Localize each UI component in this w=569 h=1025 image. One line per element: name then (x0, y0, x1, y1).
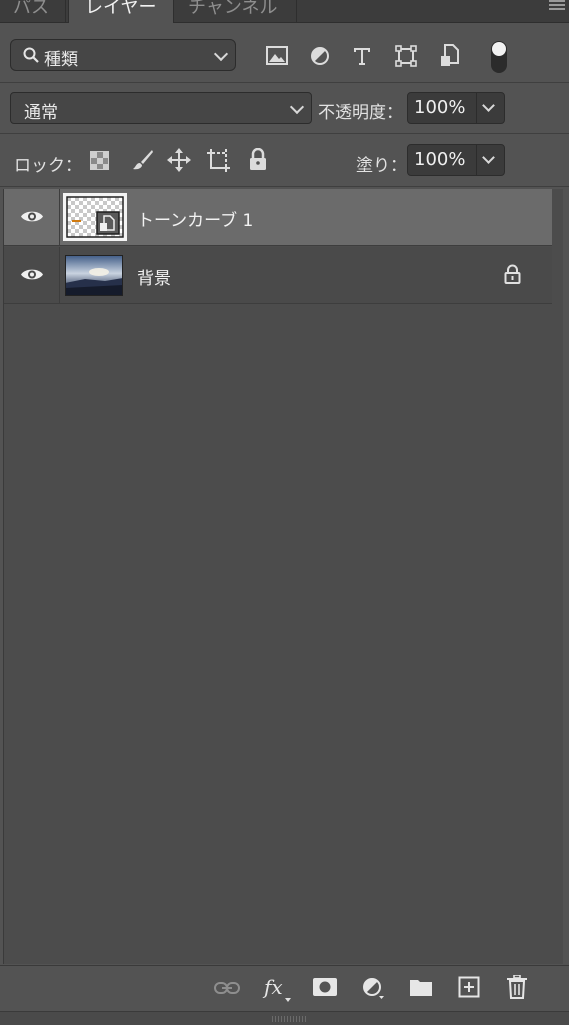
eye-icon[interactable] (20, 209, 44, 224)
lock-position-move-icon[interactable] (167, 148, 191, 172)
chevron-down-icon[interactable] (482, 151, 495, 164)
fill-value: 100% (414, 149, 466, 170)
fx-icon[interactable]: fx (264, 975, 283, 999)
layer-name[interactable]: トーンカーブ 1 (137, 206, 253, 231)
visibility-toggle[interactable] (4, 189, 60, 245)
layer-row-tone-curve[interactable]: トーンカーブ 1 (4, 189, 552, 246)
chevron-down-icon (213, 46, 229, 62)
lock-label: ロック： (14, 156, 82, 176)
filter-adjustment-icon[interactable] (310, 46, 330, 66)
divider (0, 133, 569, 134)
lock-all-icon[interactable] (249, 148, 267, 170)
lock-transparency-icon[interactable] (90, 151, 109, 170)
layers-list: トーンカーブ 1 背景 (3, 189, 563, 964)
layer-row-background[interactable]: 背景 (4, 247, 552, 304)
tab-paths[interactable]: パス (0, 0, 66, 22)
visibility-toggle[interactable] (4, 247, 60, 303)
eye-icon[interactable] (20, 267, 44, 282)
tab-channels[interactable]: チャンネル (175, 0, 297, 22)
fill-field[interactable]: 100% (407, 144, 505, 176)
new-layer-icon[interactable] (458, 976, 480, 998)
filter-type-label: 種類 (44, 50, 78, 70)
lock-artboard-icon[interactable] (206, 148, 232, 172)
filter-pixel-icon[interactable] (266, 46, 288, 65)
lock-pixels-brush-icon[interactable] (132, 149, 154, 171)
filter-type-icon[interactable] (352, 46, 372, 66)
filter-toggle-switch[interactable] (489, 40, 509, 74)
link-icon[interactable] (214, 980, 240, 996)
adjustment-layer-thumbnail[interactable] (63, 193, 127, 241)
layer-name[interactable]: 背景 (137, 264, 171, 289)
chevron-down-icon (289, 99, 305, 115)
adjustment-icon[interactable] (362, 977, 384, 999)
add-mask-icon[interactable] (313, 978, 337, 996)
trash-icon[interactable] (507, 975, 527, 999)
resize-grip-icon[interactable] (272, 1016, 308, 1022)
divider (0, 186, 569, 187)
opacity-label: 不透明度： (318, 103, 403, 123)
fx-dropdown-arrow-icon (285, 998, 291, 1002)
filter-smart-object-icon[interactable] (440, 44, 460, 68)
panel-tab-bar: パス レイヤー チャンネル (0, 0, 569, 23)
opacity-value: 100% (414, 97, 466, 118)
background-image-thumbnail[interactable] (65, 255, 123, 296)
opacity-field[interactable]: 100% (407, 92, 505, 124)
panel-resize-strip[interactable] (0, 1011, 569, 1025)
divider (0, 82, 569, 83)
chevron-down-icon[interactable] (482, 99, 495, 112)
blend-mode-dropdown[interactable]: 通常 (10, 92, 312, 124)
blend-mode-label: 通常 (24, 103, 58, 123)
layers-footer-toolbar: fx (0, 965, 569, 1012)
layer-lock-icon[interactable] (504, 264, 521, 284)
search-icon (23, 47, 39, 63)
layer-filter-dropdown[interactable]: 種類 (10, 39, 236, 71)
folder-icon[interactable] (409, 978, 433, 997)
field-divider (476, 93, 477, 123)
fill-label: 塗り： (356, 156, 407, 176)
field-divider (476, 145, 477, 175)
tab-layers[interactable]: レイヤー (68, 0, 174, 23)
panel-menu-icon[interactable] (549, 0, 565, 12)
filter-shape-icon[interactable] (395, 45, 417, 67)
